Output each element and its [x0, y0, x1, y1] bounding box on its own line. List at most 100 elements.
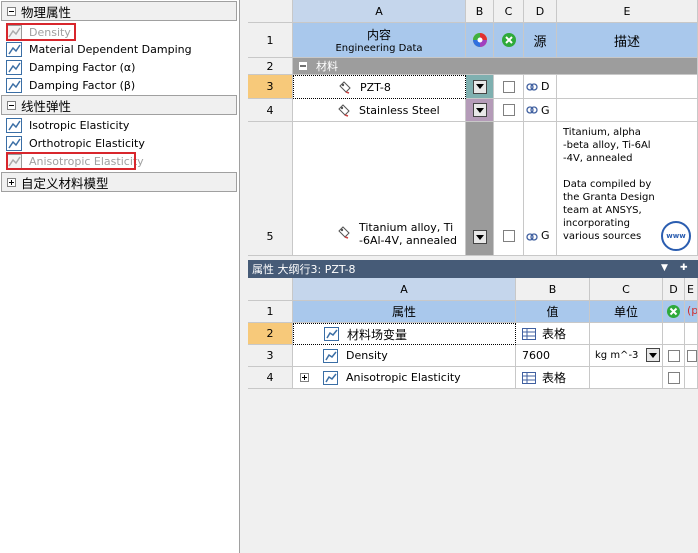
- suppress-cell: [663, 345, 685, 367]
- property-icon: [6, 135, 22, 151]
- col-header-a[interactable]: A: [293, 278, 516, 301]
- section-row[interactable]: 材料: [293, 58, 698, 75]
- col-header-a[interactable]: A: [293, 0, 466, 23]
- col-header-c[interactable]: C: [494, 0, 524, 23]
- expand-icon[interactable]: [7, 177, 16, 187]
- property-icon: [6, 41, 22, 57]
- col-header-e[interactable]: E: [557, 0, 698, 23]
- table-icon: [522, 371, 536, 384]
- collapse-icon[interactable]: [299, 62, 307, 70]
- dropdown-arrow-icon[interactable]: [472, 103, 487, 117]
- www-link-icon[interactable]: www: [661, 221, 691, 251]
- group-label: 自定义材料模型: [21, 175, 109, 191]
- group-linear-elasticity[interactable]: 线性弹性: [1, 95, 237, 115]
- row-header-2[interactable]: 2: [248, 323, 293, 345]
- property-icon: [6, 59, 22, 75]
- suppress-cell: [494, 99, 524, 122]
- dropdown-arrow-icon[interactable]: [472, 79, 487, 94]
- header-e-cell: (p: [685, 301, 698, 323]
- material-color-cell[interactable]: [466, 99, 494, 122]
- outline-grid: A B C D E 1 内容 Engineering Data 源 描述 2 材…: [248, 0, 698, 256]
- suppress-cell: [494, 75, 524, 99]
- toolbox-item-orthotropic-elasticity[interactable]: Orthotropic Elasticity: [6, 134, 145, 152]
- desc-line: -beta alloy, Ti-6Al: [563, 140, 651, 151]
- property-row-density[interactable]: Density: [293, 345, 516, 367]
- material-color-cell[interactable]: [466, 122, 494, 256]
- header-engineering-label: Engineering Data: [335, 43, 423, 54]
- unit-cell: [590, 323, 663, 345]
- col-header-d[interactable]: D: [524, 0, 557, 23]
- unit-select[interactable]: kg m^-3: [590, 345, 663, 367]
- material-name: PZT-8: [360, 80, 391, 94]
- source-cell: G: [524, 99, 557, 122]
- dropdown-arrow-icon[interactable]: [472, 230, 487, 244]
- group-custom-material-models[interactable]: 自定义材料模型: [1, 172, 237, 192]
- property-row-field-variables[interactable]: 材料场变量: [293, 323, 516, 345]
- col-header-b[interactable]: B: [516, 278, 590, 301]
- value-cell[interactable]: 表格: [516, 367, 590, 389]
- material-color-cell[interactable]: [466, 75, 494, 99]
- link-icon: [526, 82, 538, 91]
- row-header-2[interactable]: 2: [248, 58, 293, 75]
- col-header-d[interactable]: D: [663, 278, 685, 301]
- collapse-icon[interactable]: [7, 6, 16, 16]
- toolbox-item-damping-alpha[interactable]: Damping Factor (α): [6, 58, 135, 76]
- suppress-checkbox[interactable]: [667, 371, 680, 384]
- row-header-5[interactable]: 5: [248, 122, 293, 256]
- desc-line: Titanium, alpha: [563, 127, 641, 138]
- desc-line: the Granta Design: [563, 192, 655, 203]
- row-header-3[interactable]: 3: [248, 75, 293, 99]
- pin-icon[interactable]: ✚: [680, 263, 688, 273]
- property-row-anisotropic-elasticity[interactable]: Anisotropic Elasticity: [293, 367, 516, 389]
- col-header-b[interactable]: B: [466, 0, 494, 23]
- table-icon: [522, 327, 536, 340]
- collapse-icon[interactable]: [7, 100, 16, 110]
- row-header-4[interactable]: 4: [248, 367, 293, 389]
- desc-line: Data compiled by: [563, 179, 652, 190]
- desc-line: team at ANSYS,: [563, 205, 642, 216]
- col-header-e[interactable]: E: [685, 278, 698, 301]
- property-icon: [323, 370, 338, 385]
- group-label: 线性弹性: [21, 98, 72, 114]
- suppress-cell: [663, 367, 685, 389]
- suppress-cell: [494, 122, 524, 256]
- toolbox-item-damping-beta[interactable]: Damping Factor (β): [6, 76, 135, 94]
- suppress-checkbox[interactable]: [502, 104, 515, 116]
- dropdown-icon[interactable]: ▼: [661, 263, 668, 273]
- header-contents-cell: 内容 Engineering Data: [293, 23, 466, 58]
- property-icon: [6, 77, 22, 93]
- header-contents-label: 内容: [366, 28, 391, 42]
- toolbox-item-isotropic-elasticity[interactable]: Isotropic Elasticity: [6, 116, 129, 134]
- section-label: 材料: [316, 60, 338, 73]
- col-header-c[interactable]: C: [590, 278, 663, 301]
- suppress-checkbox[interactable]: [667, 349, 680, 362]
- property-name: Density: [346, 349, 388, 362]
- material-row-pzt8[interactable]: PZT-8: [293, 75, 466, 99]
- toolbox-panel: 物理属性 Density Material Dependent Damping …: [0, 0, 240, 553]
- panel-splitter[interactable]: [240, 0, 248, 553]
- properties-titlebar: 属性 大纲行3: PZT-8 ▼ ✚: [248, 260, 698, 278]
- row-header-1[interactable]: 1: [248, 301, 293, 323]
- corner-cell: [248, 0, 293, 23]
- color-wheel-cell: [466, 23, 494, 58]
- parameter-checkbox[interactable]: [687, 349, 697, 362]
- toolbox-item-material-dependent-damping[interactable]: Material Dependent Damping: [6, 40, 192, 58]
- dropdown-arrow-icon[interactable]: [646, 348, 660, 362]
- material-tag-icon: [339, 81, 351, 94]
- highlight-box: [6, 152, 136, 170]
- material-row-titanium[interactable]: Titanium alloy, Ti -6Al-4V, annealed: [293, 122, 466, 256]
- suppress-checkbox[interactable]: [502, 80, 515, 93]
- suppress-header-cell: [663, 301, 685, 323]
- desc-line: -4V, annealed: [563, 153, 633, 164]
- row-header-3[interactable]: 3: [248, 345, 293, 367]
- material-row-stainless-steel[interactable]: Stainless Steel: [293, 99, 466, 122]
- property-icon: [323, 348, 338, 363]
- group-physical-properties[interactable]: 物理属性: [1, 1, 237, 21]
- density-value-field[interactable]: 7600: [516, 345, 590, 367]
- suppress-cell: [494, 23, 524, 58]
- row-header-1[interactable]: 1: [248, 23, 293, 58]
- suppress-checkbox[interactable]: [502, 230, 515, 242]
- value-cell[interactable]: 表格: [516, 323, 590, 345]
- expand-icon[interactable]: [300, 373, 309, 382]
- row-header-4[interactable]: 4: [248, 99, 293, 122]
